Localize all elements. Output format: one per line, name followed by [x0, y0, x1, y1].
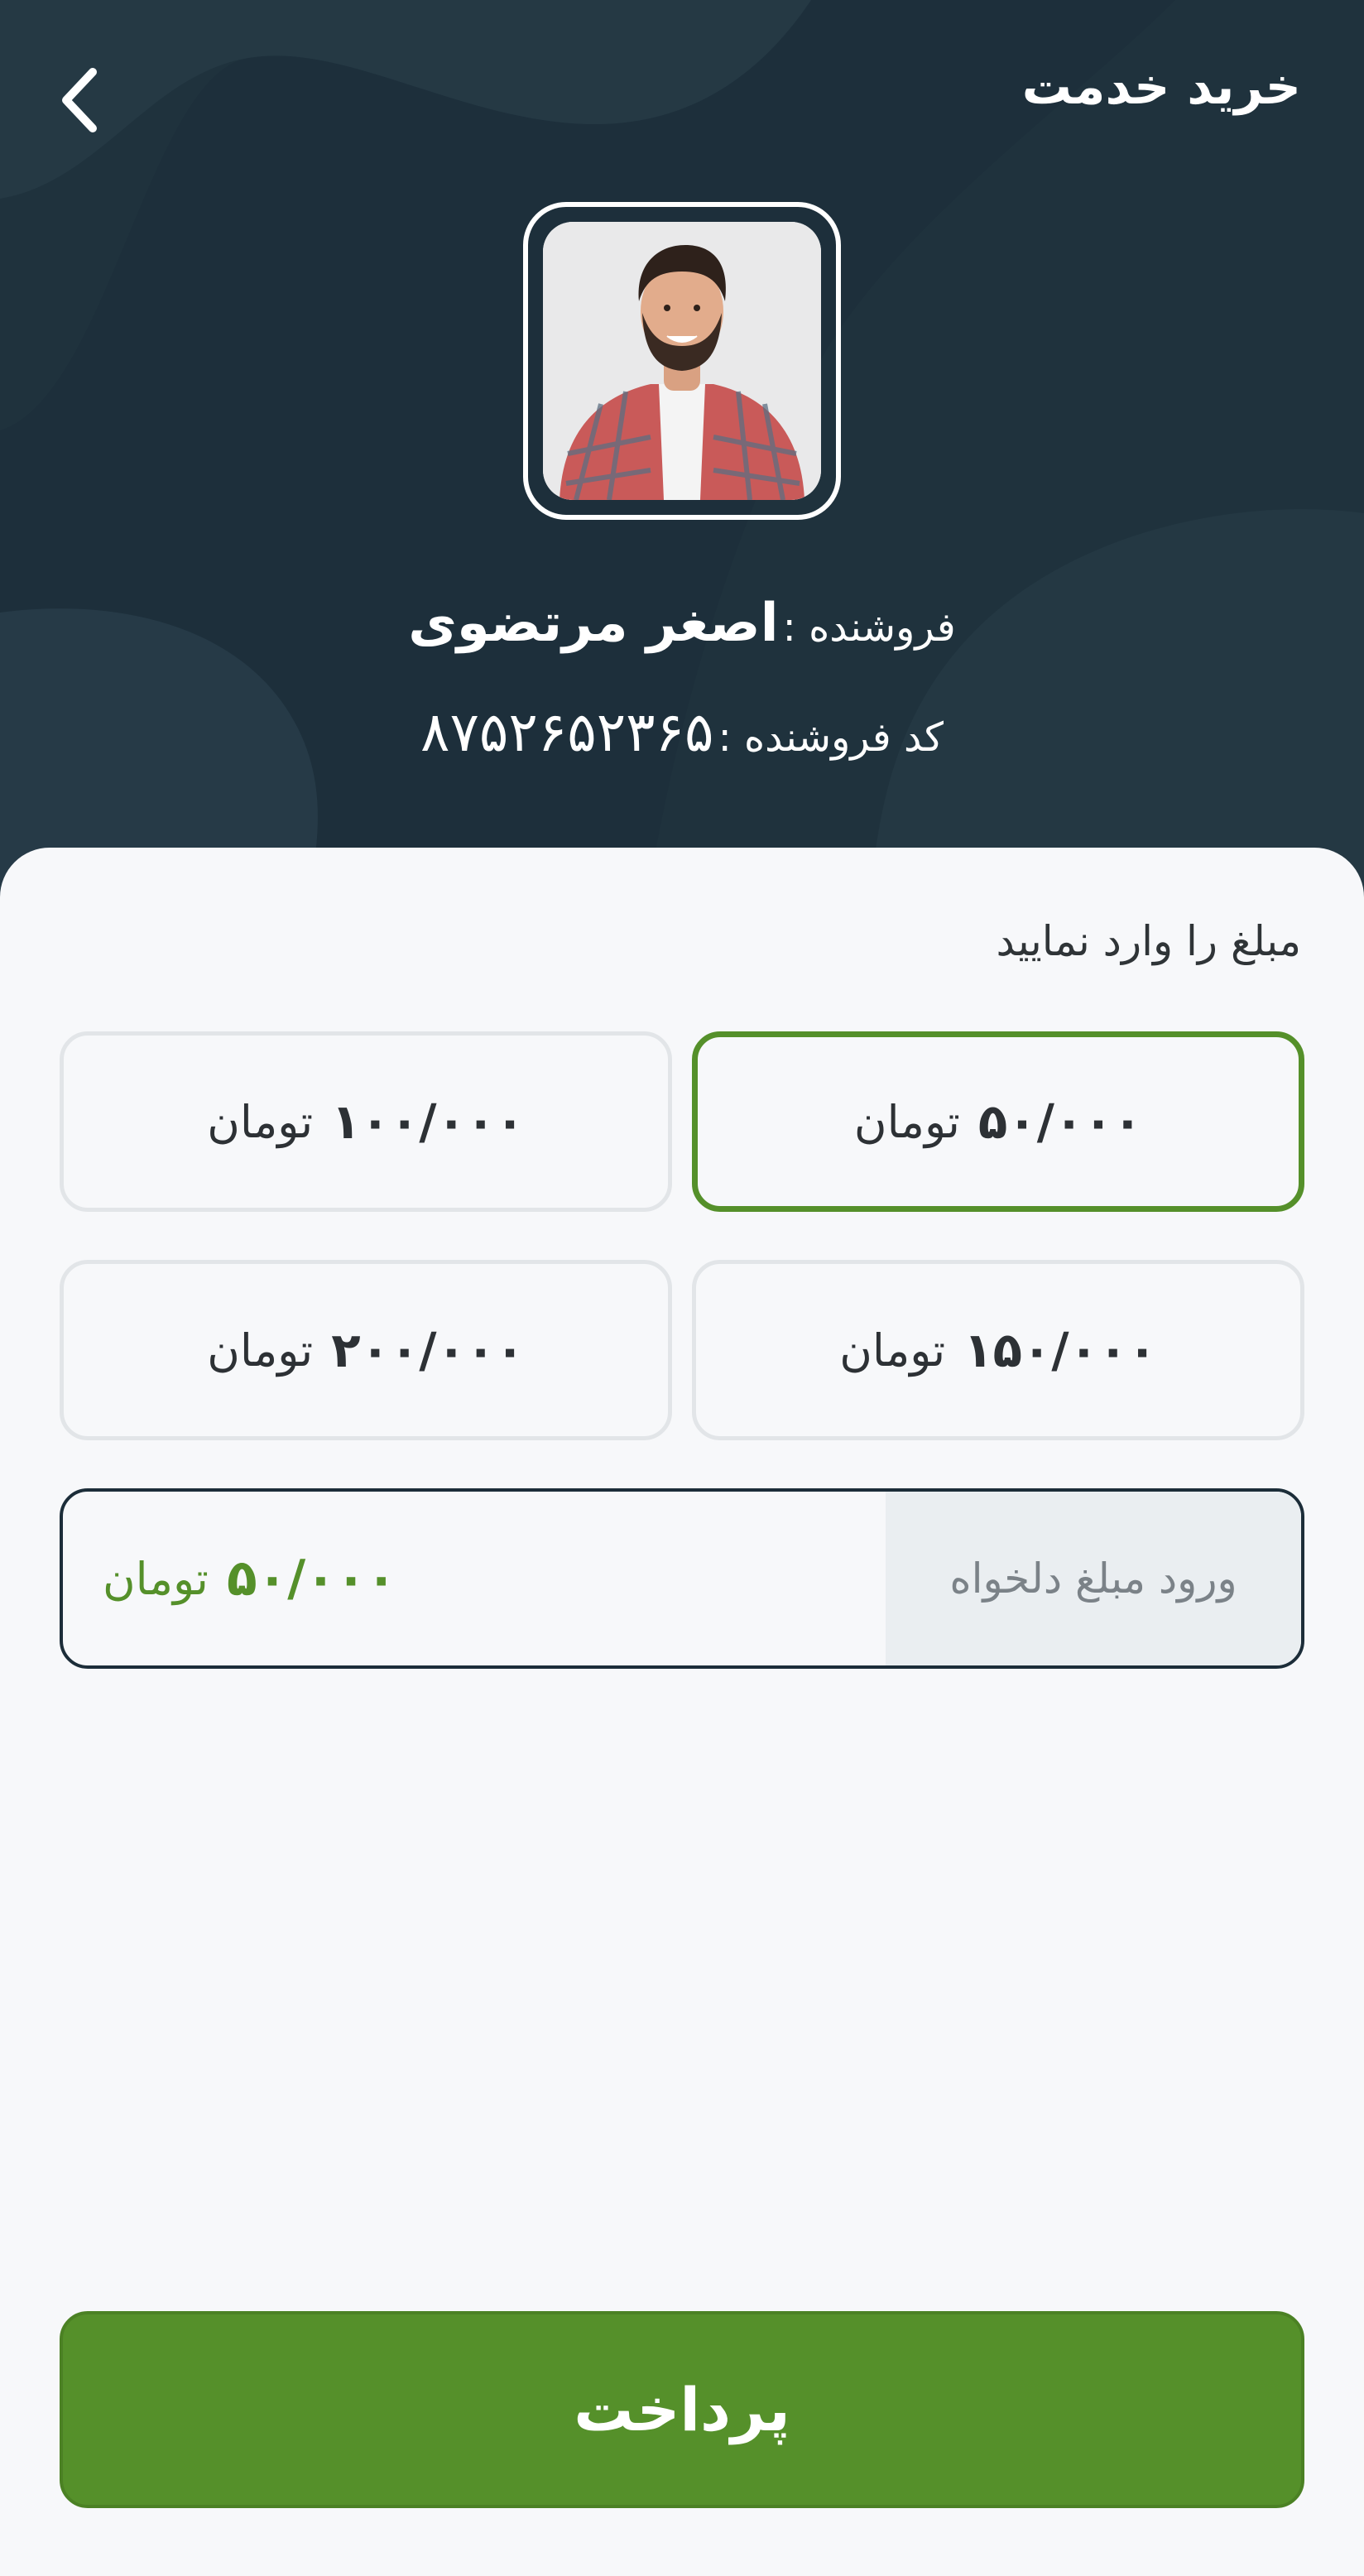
amount-value: ۲۰۰/۰۰۰	[331, 1322, 525, 1378]
header: خرید خدمت فروشنده: اصغر مرتضوی کد فروشن…	[0, 0, 1364, 911]
seller-code-line: کد فروشنده : ۸۷۵۲۶۵۲۳۶۵	[0, 700, 1364, 764]
amount-option-50000[interactable]: ۵۰/۰۰۰ تومان	[692, 1031, 1304, 1212]
amount-value: ۵۰/۰۰۰	[977, 1093, 1143, 1150]
custom-amount-currency: تومان	[103, 1552, 209, 1605]
currency-label: تومان	[207, 1324, 314, 1377]
currency-label: تومان	[207, 1095, 314, 1148]
seller-code-label: کد فروشنده :	[718, 714, 944, 761]
avatar	[543, 222, 821, 500]
avatar-frame	[523, 202, 841, 520]
amount-option-150000[interactable]: ۱۵۰/۰۰۰ تومان	[692, 1260, 1304, 1440]
seller-name-label: فروشنده :	[782, 604, 956, 651]
amount-option-200000[interactable]: ۲۰۰/۰۰۰ تومان	[60, 1260, 672, 1440]
amount-value: ۱۵۰/۰۰۰	[963, 1322, 1157, 1378]
seller-name: اصغر مرتضوی	[408, 593, 779, 654]
custom-amount-input[interactable]: ورود مبلغ دلخواه ۵۰/۰۰۰ تومان	[60, 1488, 1304, 1669]
currency-label: تومان	[839, 1324, 946, 1377]
custom-amount-value: ۵۰/۰۰۰	[226, 1550, 396, 1608]
page-title: خرید خدمت	[1021, 58, 1301, 116]
amount-prompt: مبلغ را وارد نمایید	[996, 917, 1301, 965]
amount-value: ۱۰۰/۰۰۰	[331, 1093, 525, 1150]
amount-option-100000[interactable]: ۱۰۰/۰۰۰ تومان	[60, 1031, 672, 1212]
back-button[interactable]	[46, 63, 113, 137]
seller-name-line: فروشنده : اصغر مرتضوی	[0, 593, 1364, 654]
seller-code: ۸۷۵۲۶۵۲۳۶۵	[420, 700, 714, 764]
custom-amount-value-group: ۵۰/۰۰۰ تومان	[103, 1492, 396, 1665]
pay-button[interactable]: پرداخت	[60, 2311, 1304, 2508]
custom-amount-label: ورود مبلغ دلخواه	[886, 1492, 1301, 1665]
currency-label: تومان	[853, 1095, 960, 1148]
seller-photo	[543, 222, 821, 500]
chevron-left-icon	[62, 68, 97, 132]
